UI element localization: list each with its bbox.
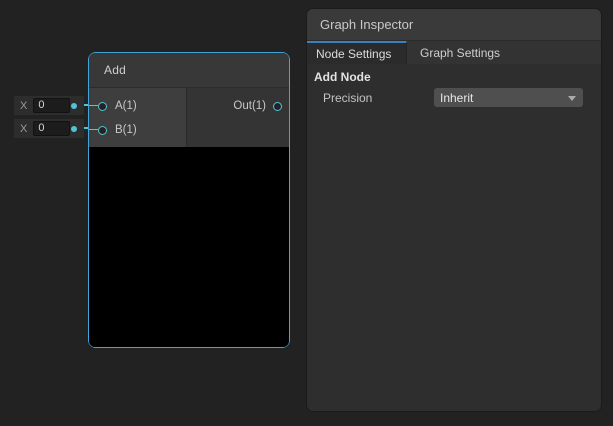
tab-node-settings-label: Node Settings [316,47,391,61]
input-port-b[interactable] [98,126,107,135]
precision-dropdown-value: Inherit [440,91,473,105]
node-title-bar[interactable]: Add [89,53,289,88]
tab-node-settings[interactable]: Node Settings [307,41,407,64]
inspector-tab-bar: Node Settings Graph Settings [307,41,601,64]
axis-label: X [20,123,27,135]
port-row-b: B(1) [89,118,186,142]
output-port-out[interactable] [273,102,282,111]
node-preview [89,147,289,347]
node-title: Add [104,63,126,77]
port-row-a: A(1) [89,94,186,118]
port-b-label: B(1) [115,124,137,136]
port-a-label: A(1) [115,100,137,112]
precision-label: Precision [323,91,434,105]
graph-inspector-title: Graph Inspector [320,17,413,32]
axis-label: X [20,100,27,112]
wire-endpoint-dot [71,103,77,109]
input-a-value-field[interactable]: 0 [33,98,70,113]
port-row-out: Out(1) [187,94,289,118]
section-title: Add Node [314,70,601,84]
precision-row: Precision Inherit [307,88,601,107]
input-b-value-field[interactable]: 0 [33,121,70,136]
graph-inspector-panel: Graph Inspector Node Settings Graph Sett… [307,9,601,411]
tab-graph-settings-label: Graph Settings [420,46,500,60]
chevron-down-icon [568,96,576,101]
node-output-section: Out(1) [186,88,289,147]
tab-graph-settings[interactable]: Graph Settings [407,41,514,64]
shader-graph-canvas: X 0 X 0 Add A(1) B(1) [0,0,613,426]
wire-endpoint-dot [71,126,77,132]
graph-inspector-title-bar[interactable]: Graph Inspector [307,9,601,41]
input-port-a[interactable] [98,102,107,111]
node-body: A(1) B(1) Out(1) [89,88,289,147]
input-a-value-widget: X 0 [14,96,84,115]
precision-dropdown[interactable]: Inherit [434,88,583,107]
add-node[interactable]: Add A(1) B(1) Out(1) [88,52,290,348]
inspector-content: Add Node Precision Inherit [307,70,601,107]
node-input-section: A(1) B(1) [89,88,186,147]
port-out-label: Out(1) [233,100,266,112]
input-b-value-widget: X 0 [14,119,84,138]
